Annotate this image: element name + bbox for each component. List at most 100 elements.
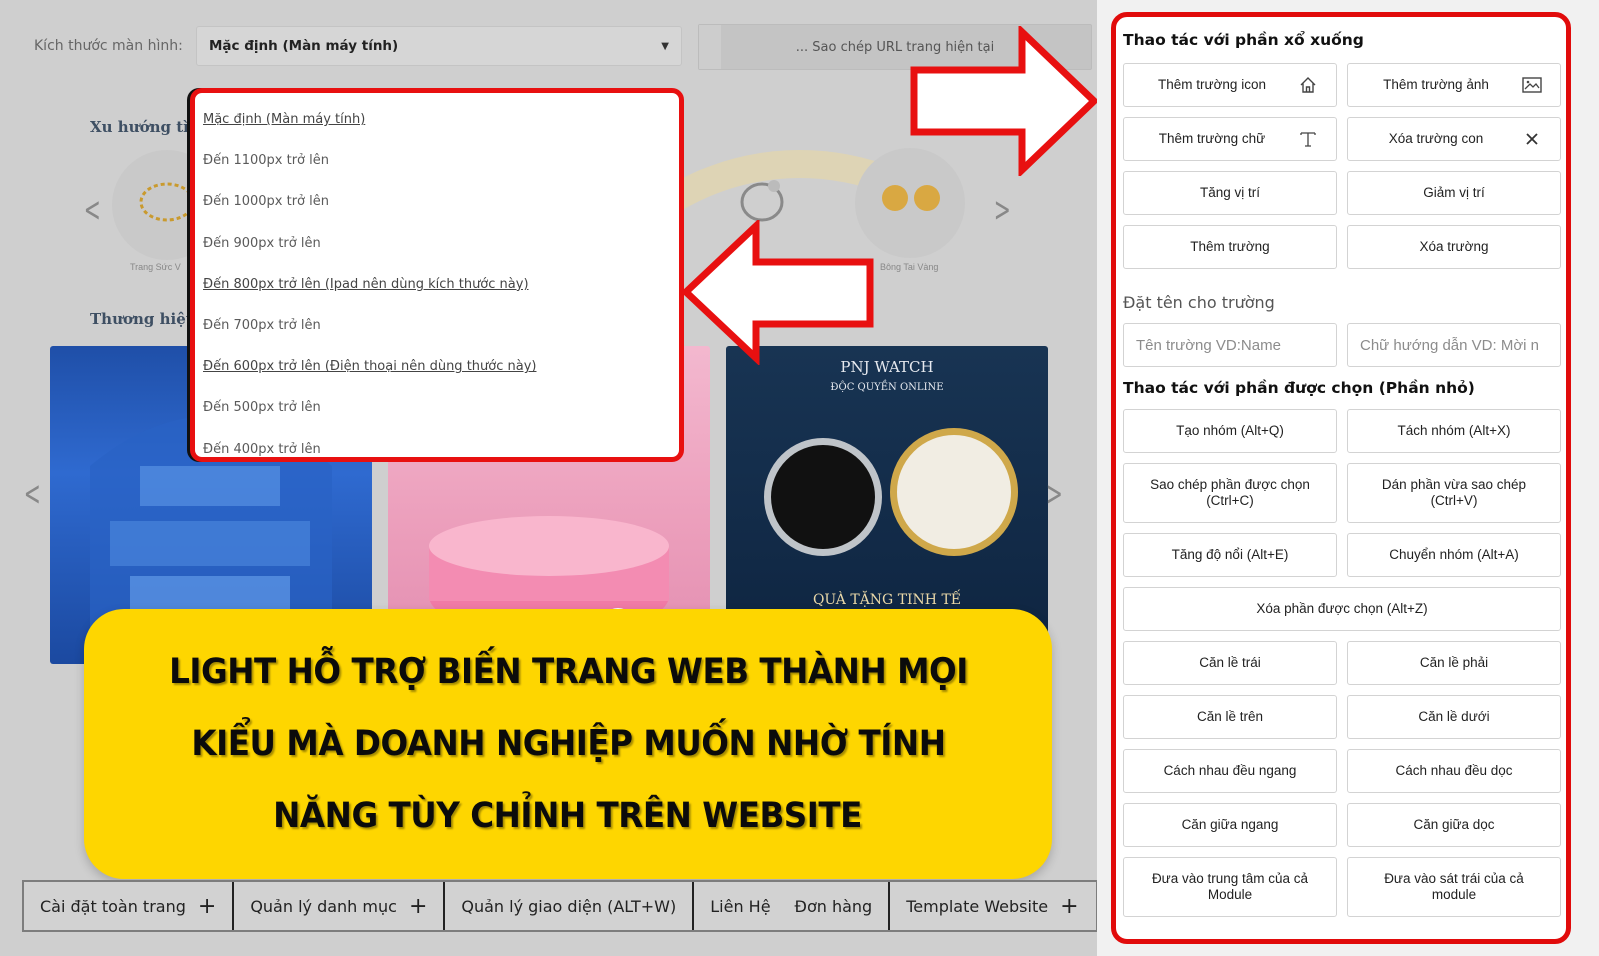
nav-page-settings[interactable]: Cài đặt toàn trang + <box>24 882 235 930</box>
align-right-button[interactable]: Căn lề phải <box>1347 641 1561 685</box>
banner-subtitle: ĐỘC QUYỀN ONLINE <box>830 382 944 393</box>
ungroup-button[interactable]: Tách nhóm (Alt+X) <box>1347 409 1561 453</box>
button-label: Xóa trường con <box>1388 131 1484 146</box>
copy-url-handle <box>699 25 721 69</box>
move-down-button[interactable]: Giảm vị trí <box>1347 171 1561 215</box>
center-in-module-button[interactable]: Đưa vào trung tâm của cả Module <box>1123 857 1337 917</box>
category-label: Trang Sức V <box>130 262 181 272</box>
website-preview: Kích thước màn hình: Mặc định (Màn máy t… <box>0 0 1097 956</box>
headline-line: LIGHT HỖ TRỢ BIẾN TRANG WEB THÀNH MỌI <box>168 652 968 692</box>
button-label: Căn lề phải <box>1419 655 1489 670</box>
field-hint-input[interactable] <box>1347 323 1561 367</box>
copy-selection-button[interactable]: Sao chép phần được chọn (Ctrl+C) <box>1123 463 1337 523</box>
dropdown-option[interactable]: Mặc định (Màn máy tính) <box>203 99 679 140</box>
align-left-button[interactable]: Căn lề trái <box>1123 641 1337 685</box>
button-label: Thêm trường icon <box>1158 77 1266 92</box>
banner-next-icon[interactable]: > <box>1046 474 1063 514</box>
remove-child-field-button[interactable]: Xóa trường con <box>1347 117 1561 161</box>
nav-label: Liên Hệ <box>710 896 771 916</box>
carousel-next-icon[interactable]: > <box>994 190 1011 230</box>
nav-contact[interactable]: Liên Hệ <box>694 882 778 930</box>
bottom-admin-nav: Cài đặt toàn trang + Quản lý danh mục + … <box>22 880 1097 932</box>
dropdown-option[interactable]: Đến 900px trở lên <box>203 223 679 264</box>
nav-orders[interactable]: Đơn hàng <box>779 882 891 930</box>
tools-panel: Thao tác với phần xổ xuống Thêm trường i… <box>1111 12 1571 944</box>
image-icon <box>1522 75 1542 95</box>
screen-size-select[interactable]: Mặc định (Màn máy tính) ▼ <box>196 26 682 66</box>
brands-title: Thương hiệu <box>90 310 197 328</box>
move-up-button[interactable]: Tăng vị trí <box>1123 171 1337 215</box>
remove-field-button[interactable]: Xóa trường <box>1347 225 1561 269</box>
nav-website-template[interactable]: Template Website + <box>890 882 1086 930</box>
banner-footer: QUÀ TẶNG TINH TẾ <box>812 592 962 608</box>
add-field-button[interactable]: Thêm trường <box>1123 225 1337 269</box>
text-icon <box>1298 129 1318 149</box>
dropdown-option[interactable]: Đến 400px trở lên <box>203 429 679 470</box>
button-label: Xóa trường <box>1419 239 1489 254</box>
button-label: Thêm trường <box>1190 239 1270 254</box>
button-label: Sao chép phần được chọn (Ctrl+C) <box>1150 477 1310 508</box>
center-vertical-button[interactable]: Căn giữa dọc <box>1347 803 1561 847</box>
button-label: Dán phần vừa sao chép (Ctrl+V) <box>1381 477 1527 508</box>
align-bottom-button[interactable]: Căn lề dưới <box>1347 695 1561 739</box>
button-label: Căn giữa dọc <box>1413 817 1495 832</box>
white-watch-image <box>890 428 1018 556</box>
black-watch-image <box>764 438 882 556</box>
dropdown-option[interactable]: Đến 500px trở lên <box>203 387 679 428</box>
nav-category-management[interactable]: Quản lý danh mục + <box>234 882 446 930</box>
move-group-button[interactable]: Chuyển nhóm (Alt+A) <box>1347 533 1561 577</box>
dropdown-option[interactable]: Đến 700px trở lên <box>203 305 679 346</box>
screen-size-dropdown: Mặc định (Màn máy tính) Đến 1100px trở l… <box>190 88 684 462</box>
dropdown-option[interactable]: Đến 600px trở lên (Điện thoại nên dùng t… <box>203 346 679 387</box>
dropdown-option[interactable]: Đến 800px trở lên (Ipad nên dùng kích th… <box>203 264 679 305</box>
carousel-prev-icon[interactable]: < <box>84 190 101 230</box>
plus-icon: + <box>408 893 428 919</box>
button-label: Tạo nhóm (Alt+Q) <box>1176 423 1284 438</box>
chevron-down-icon: ▼ <box>661 40 669 52</box>
button-label: Chuyển nhóm (Alt+A) <box>1389 547 1519 562</box>
headline-callout: LIGHT HỖ TRỢ BIẾN TRANG WEB THÀNH MỌI KI… <box>84 609 1052 879</box>
button-label: Thêm trường chữ <box>1158 131 1266 146</box>
plus-icon: + <box>197 893 217 919</box>
delete-selection-button[interactable]: Xóa phần được chọn (Alt+Z) <box>1123 587 1561 631</box>
category-label: Bông Tai Vàng <box>880 262 939 272</box>
nav-label: Template Website <box>906 896 1049 916</box>
bring-forward-button[interactable]: Tăng độ nổi (Alt+E) <box>1123 533 1337 577</box>
screen-size-label: Kích thước màn hình: <box>34 38 183 54</box>
button-label: Cách nhau đều dọc <box>1395 763 1513 778</box>
button-label: Tách nhóm (Alt+X) <box>1397 423 1511 438</box>
nav-label: Quản lý giao diện (ALT+W) <box>461 896 677 916</box>
dropdown-section-title: Thao tác với phần xổ xuống <box>1123 31 1364 49</box>
align-top-button[interactable]: Căn lề trên <box>1123 695 1337 739</box>
banner-prev-icon[interactable]: < <box>24 474 41 514</box>
center-horizontal-button[interactable]: Căn giữa ngang <box>1123 803 1337 847</box>
distribute-horizontal-button[interactable]: Cách nhau đều ngang <box>1123 749 1337 793</box>
plus-icon: + <box>1060 893 1079 919</box>
button-label: Xóa phần được chọn (Alt+Z) <box>1256 601 1428 616</box>
headline-line: KIỂU MÀ DOANH NGHIỆP MUỐN NHỜ TÍNH <box>190 724 946 764</box>
editor-side-panel: Thao tác với phần xổ xuống Thêm trường i… <box>1097 0 1599 956</box>
selection-section-title: Thao tác với phần được chọn (Phần nhỏ) <box>1123 379 1475 397</box>
home-icon <box>1298 75 1318 95</box>
nav-label: Cài đặt toàn trang <box>40 896 186 916</box>
nav-theme-management[interactable]: Quản lý giao diện (ALT+W) <box>445 882 695 930</box>
dropdown-option[interactable]: Đến 1000px trở lên <box>203 181 679 222</box>
add-image-field-button[interactable]: Thêm trường ảnh <box>1347 63 1561 107</box>
distribute-vertical-button[interactable]: Cách nhau đều dọc <box>1347 749 1561 793</box>
group-button[interactable]: Tạo nhóm (Alt+Q) <box>1123 409 1337 453</box>
button-label: Giảm vị trí <box>1423 185 1485 200</box>
add-icon-field-button[interactable]: Thêm trường icon <box>1123 63 1337 107</box>
field-name-input[interactable] <box>1123 323 1337 367</box>
button-label: Căn lề trên <box>1196 709 1264 724</box>
button-label: Cách nhau đều ngang <box>1163 763 1297 778</box>
trending-title: Xu hướng tìm <box>90 118 205 136</box>
paste-button[interactable]: Dán phần vừa sao chép (Ctrl+V) <box>1347 463 1561 523</box>
snap-left-module-button[interactable]: Đưa vào sát trái của cả module <box>1347 857 1561 917</box>
add-text-field-button[interactable]: Thêm trường chữ <box>1123 117 1337 161</box>
button-label: Căn lề dưới <box>1418 709 1490 724</box>
button-label: Căn lề trái <box>1199 655 1261 670</box>
button-label: Thêm trường ảnh <box>1383 77 1489 92</box>
dropdown-option[interactable]: Đến 1100px trở lên <box>203 140 679 181</box>
right-arrow-icon <box>910 26 1097 176</box>
nav-label: Đơn hàng <box>794 896 873 916</box>
